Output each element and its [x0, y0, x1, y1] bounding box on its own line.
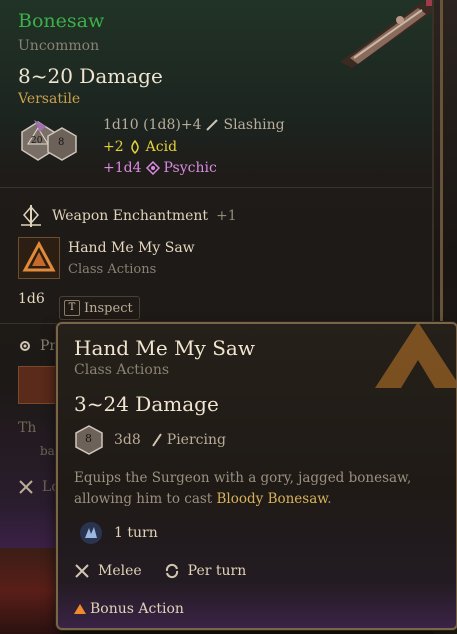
lock-row: Lo [18, 479, 60, 495]
duration-text: 1 turn [114, 525, 158, 541]
bloody-bonesaw-link[interactable]: Bloody Bonesaw [217, 491, 328, 507]
duration-row: 1 turn [78, 520, 158, 546]
tooltip-title: Hand Me My Saw [74, 336, 255, 360]
damage-dice: 1d10 (1d8)+4 [103, 117, 202, 133]
key-t-icon: T [64, 300, 80, 316]
enchantment-label: Weapon Enchantment [52, 208, 209, 224]
die-face-small: 8 [58, 137, 65, 148]
spell-class: Class Actions [68, 262, 157, 277]
arrow-up-icon [375, 324, 456, 388]
duration-icon [80, 522, 102, 544]
damage-type: Slashing [223, 117, 285, 133]
divider [0, 187, 432, 188]
action-cost: Bonus Action [74, 601, 184, 617]
hotbar-edge [0, 548, 60, 634]
tooltip-damage: 3~24 Damage [74, 392, 219, 416]
throw-label: Th [18, 420, 37, 436]
tooltip-description: Equips the Surgeon with a gory, jagged b… [74, 470, 412, 507]
weapon-damage: 8~20 Damage [18, 64, 163, 88]
inspect-label: Inspect [84, 300, 133, 316]
enchantment-icon [21, 205, 41, 227]
proficiency-label: Pr [40, 338, 57, 354]
slashing-icon [206, 119, 219, 131]
piercing-icon [151, 433, 162, 447]
crossed-swords-icon [75, 564, 89, 578]
bonus-row: ba [40, 444, 55, 458]
weapon-rarity: Uncommon [18, 38, 100, 54]
d8-icon: 8 [74, 425, 104, 455]
damage-line-slashing: 1d10 (1d8)+4 Slashing [103, 117, 285, 133]
damage-dice: +1d4 [103, 160, 142, 176]
acid-icon [130, 140, 139, 154]
psychic-icon [145, 161, 160, 175]
bonus-label: ba [40, 444, 55, 458]
weapon-property: Versatile [18, 91, 81, 107]
bonesaw-artwork [340, 0, 432, 68]
damage-line-psychic: +1d4 Psychic [103, 160, 217, 176]
tooltip-tags: Melee Per turn [74, 563, 258, 579]
crossed-swords-icon [19, 480, 33, 494]
die-face-large: 20 [31, 136, 43, 146]
panel-border [440, 0, 443, 330]
spell-tooltip: Hand Me My Saw Class Actions 3~24 Damage… [56, 322, 457, 630]
dice-icon [21, 120, 77, 161]
tooltip-dice-row: 8 3d8 Piercing [74, 425, 226, 455]
action-icon[interactable] [18, 366, 56, 404]
weapon-name: Bonesaw [18, 10, 105, 32]
action-label: Bonus Action [90, 601, 184, 617]
damage-type: Acid [145, 139, 178, 155]
enchantment-value: +1 [216, 208, 237, 224]
bonus-action-icon [74, 604, 86, 614]
damage-type: Piercing [166, 432, 226, 448]
damage-dice: +2 [103, 139, 124, 155]
proficiency-row: Pr [18, 338, 56, 354]
tag-melee: Melee [74, 563, 142, 579]
damage-type: Psychic [163, 160, 217, 176]
tooltip-class: Class Actions [74, 362, 170, 378]
extra-dice: 1d6 [18, 291, 45, 307]
spell-name: Hand Me My Saw [68, 240, 195, 256]
cycle-icon [165, 563, 178, 579]
die-face: 8 [85, 432, 92, 445]
gear-icon [20, 341, 30, 351]
tag-per-turn: Per turn [164, 563, 246, 579]
damage-line-acid: +2 Acid [103, 139, 177, 155]
throw-row: Th [18, 420, 36, 436]
tooltip-dice: 3d8 [114, 432, 141, 448]
weapon-enchantment: Weapon Enchantment +1 [18, 203, 237, 229]
hand-me-my-saw-icon[interactable] [18, 237, 60, 279]
inspect-button[interactable]: T Inspect [59, 296, 140, 320]
